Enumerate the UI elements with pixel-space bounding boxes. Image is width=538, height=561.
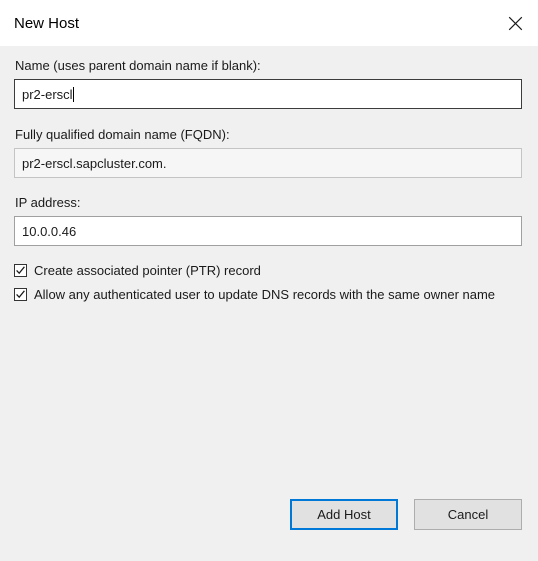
title-bar: New Host [0, 0, 538, 46]
checkmark-icon [16, 290, 25, 299]
window-title: New Host [14, 14, 80, 32]
dialog-body: Name (uses parent domain name if blank):… [0, 46, 538, 561]
checkmark-icon [16, 266, 25, 275]
add-host-button[interactable]: Add Host [290, 499, 398, 530]
checkbox-label: Create associated pointer (PTR) record [34, 263, 261, 278]
checkbox-allow-authenticated-update[interactable]: Allow any authenticated user to update D… [14, 286, 522, 303]
checkbox-box [14, 288, 27, 301]
fqdn-field-label: Fully qualified domain name (FQDN): [15, 127, 230, 142]
checkbox-box [14, 264, 27, 277]
text-caret [72, 86, 74, 102]
cancel-button[interactable]: Cancel [414, 499, 522, 530]
fqdn-input[interactable]: pr2-erscl.sapcluster.com. [14, 148, 522, 178]
dialog-footer: Add Host Cancel [0, 491, 538, 561]
ip-address-input[interactable]: 10.0.0.46 [14, 216, 522, 246]
close-button[interactable] [492, 0, 538, 46]
checkbox-create-ptr-record[interactable]: Create associated pointer (PTR) record [14, 262, 522, 279]
name-field-label: Name (uses parent domain name if blank): [15, 58, 261, 73]
checkbox-label: Allow any authenticated user to update D… [34, 287, 496, 302]
ip-address-field-label: IP address: [15, 195, 81, 210]
close-icon [508, 16, 522, 30]
name-input-value: pr2-erscl [22, 86, 73, 102]
name-input[interactable]: pr2-erscl [14, 79, 522, 109]
fqdn-input-value: pr2-erscl.sapcluster.com. [22, 155, 167, 171]
new-host-dialog: New Host Name (uses parent domain name i… [0, 0, 538, 561]
ip-address-input-value: 10.0.0.46 [22, 223, 77, 239]
